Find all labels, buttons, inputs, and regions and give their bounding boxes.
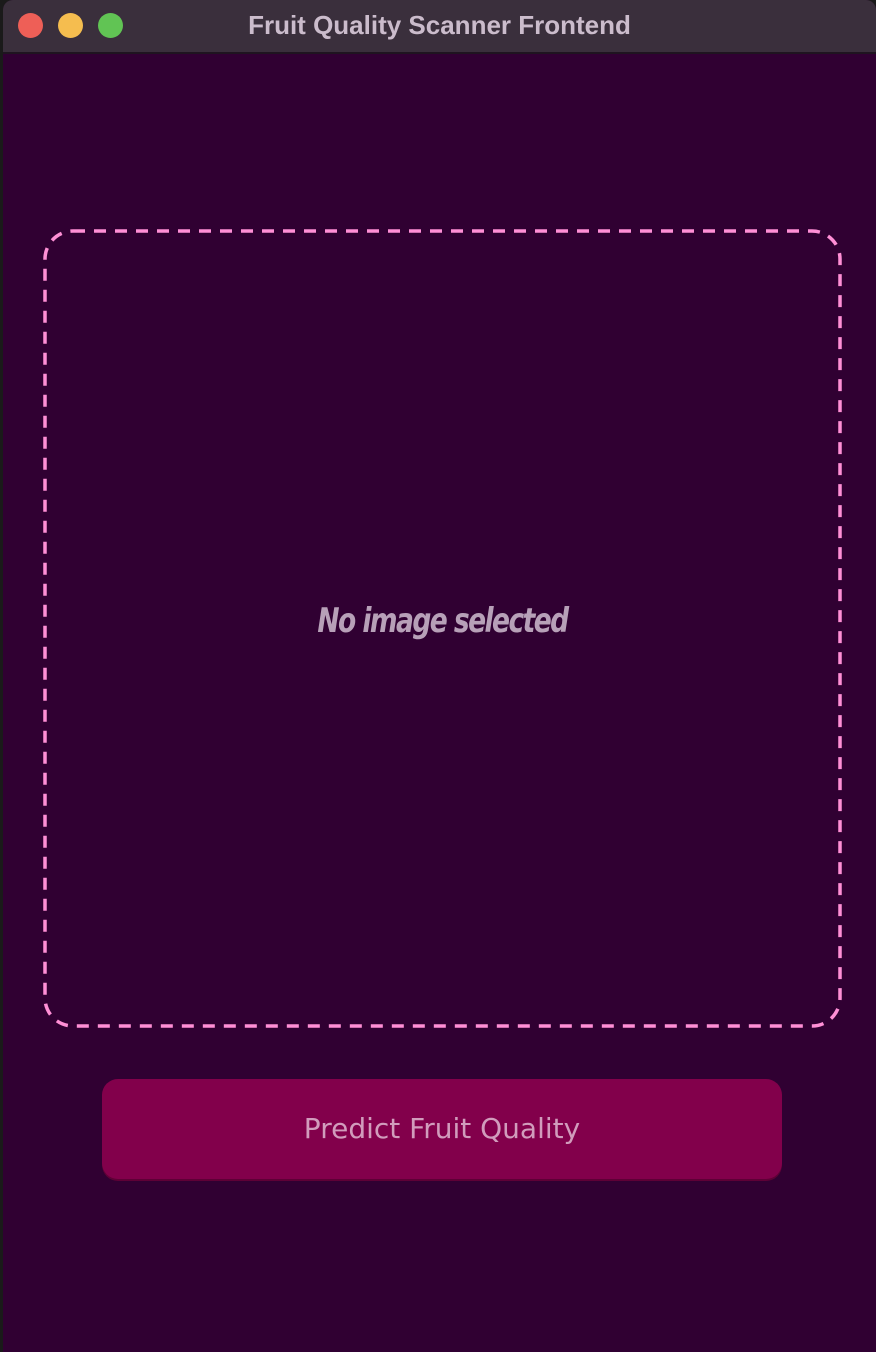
no-image-placeholder: No image selected — [317, 601, 569, 641]
title-bar: Fruit Quality Scanner Frontend — [3, 0, 876, 54]
image-drop-zone[interactable]: No image selected — [43, 229, 842, 1028]
app-window: Fruit Quality Scanner Frontend No image … — [3, 0, 876, 1352]
predict-fruit-quality-button[interactable]: Predict Fruit Quality — [102, 1079, 782, 1179]
window-title: Fruit Quality Scanner Frontend — [248, 10, 631, 40]
